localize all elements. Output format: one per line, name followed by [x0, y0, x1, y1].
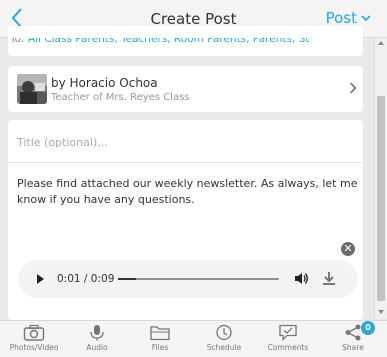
- post-button-label: Post: [325, 9, 357, 27]
- microphone-icon: [90, 325, 104, 341]
- author-role: Teacher of Mrs. Reyes Class: [51, 92, 190, 103]
- schedule-label: Schedule: [206, 343, 242, 352]
- chevron-down-icon: [361, 14, 371, 21]
- title-input[interactable]: [17, 133, 347, 151]
- scrollbar-thumb[interactable]: [377, 96, 385, 301]
- camera-icon: [23, 324, 45, 341]
- files-button[interactable]: Files: [129, 324, 191, 352]
- audio-progress-bar[interactable]: [118, 278, 279, 280]
- comments-label: Comments: [267, 343, 309, 352]
- author-name: by Horacio Ochoa: [51, 76, 158, 90]
- volume-icon[interactable]: [295, 272, 309, 285]
- photos-video-button[interactable]: Photos/Video: [3, 324, 65, 352]
- audio-label: Audio: [86, 343, 108, 352]
- chevron-right-icon[interactable]: [349, 82, 357, 94]
- comments-button[interactable]: Comments: [257, 324, 319, 352]
- scroll-up-arrow-icon[interactable]: [378, 41, 384, 45]
- share-label: Share: [342, 343, 364, 352]
- audio-time: 0:01 / 0:09: [57, 273, 115, 285]
- clock-icon: [216, 324, 232, 341]
- files-label: Files: [151, 343, 169, 352]
- photos-video-label: Photos/Video: [9, 343, 59, 352]
- divider: [8, 162, 363, 163]
- post-button[interactable]: Post: [326, 9, 371, 27]
- schedule-button[interactable]: Schedule: [193, 324, 255, 352]
- avatar: [17, 74, 47, 104]
- remove-attachment-button[interactable]: ✕: [339, 240, 357, 258]
- download-icon[interactable]: [322, 271, 336, 285]
- close-icon: ✕: [343, 242, 353, 255]
- post-body-text[interactable]: Please find attached our weekly newslett…: [17, 176, 362, 208]
- share-count-badge: 0: [361, 321, 375, 335]
- play-icon[interactable]: [37, 274, 44, 284]
- audio-progress-fill: [118, 278, 136, 280]
- folder-icon: [150, 326, 170, 341]
- comment-icon: [279, 324, 297, 341]
- audio-button[interactable]: Audio: [66, 324, 128, 352]
- scroll-down-arrow-icon[interactable]: [378, 310, 384, 314]
